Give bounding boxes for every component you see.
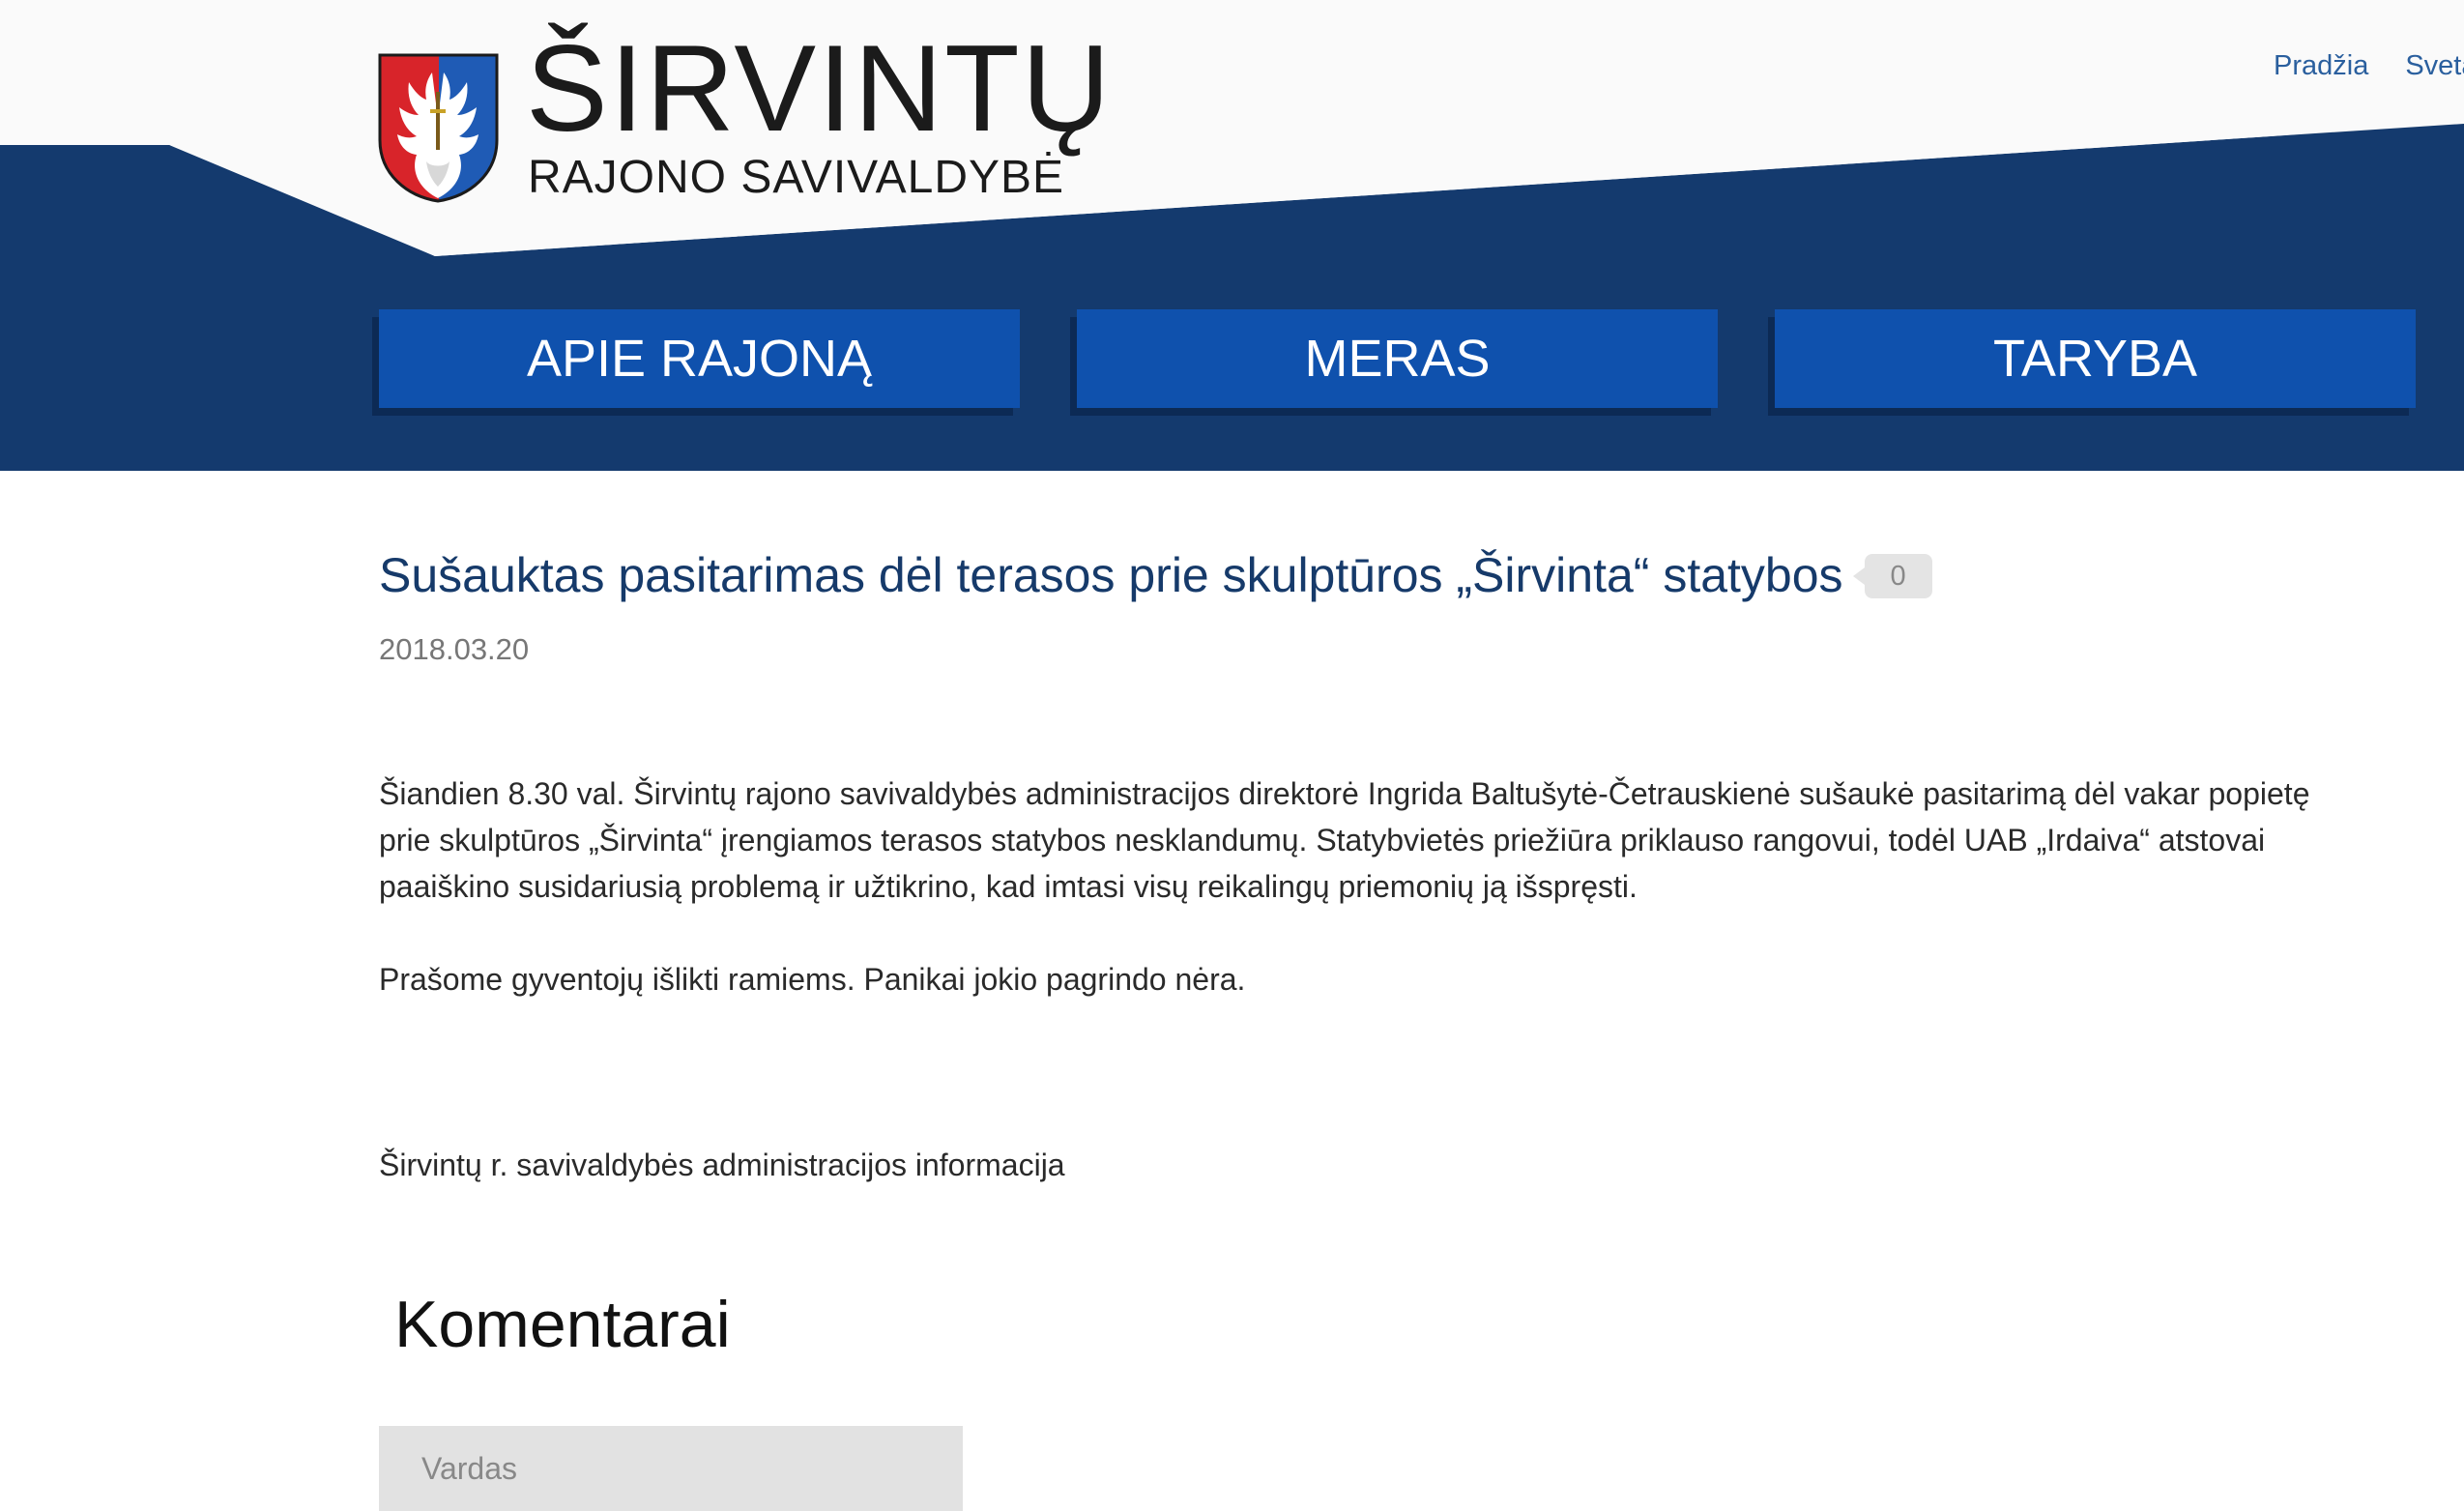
- article-paragraph: Prašome gyventojų išlikti ramiems. Panik…: [379, 962, 1246, 997]
- comment-name-input[interactable]: [379, 1426, 963, 1511]
- nav-button-council[interactable]: TARYBA: [1775, 309, 2416, 408]
- article-title-row: Sušauktas pasitarimas dėl terasos prie s…: [379, 522, 2351, 628]
- article-title: Sušauktas pasitarimas dėl terasos prie s…: [379, 548, 1843, 602]
- nav-button-about-district[interactable]: APIE RAJONĄ: [379, 309, 1020, 408]
- news-article: Sušauktas pasitarimas dėl terasos prie s…: [379, 522, 2351, 1235]
- article-body: Šiandien 8.30 val. Širvintų rajono saviv…: [379, 770, 2351, 1188]
- comment-count-badge[interactable]: 0: [1852, 554, 1932, 598]
- comments-section: Komentarai: [379, 1286, 1539, 1511]
- site-header: ŠIRVINTŲ RAJONO SAVIVALDYBĖ Pradžia Svet a…: [0, 0, 2464, 471]
- page: ŠIRVINTŲ RAJONO SAVIVALDYBĖ Pradžia Svet a…: [0, 0, 2464, 1511]
- nav-button-mayor[interactable]: MERAS: [1077, 309, 1718, 408]
- comments-title: Komentarai: [394, 1288, 731, 1361]
- article-date: 2018.03.20: [379, 632, 530, 666]
- article-paragraph: Šiandien 8.30 val. Širvintų rajono saviv…: [379, 776, 2310, 904]
- article-source: Širvintų r. savivaldybės administracijos…: [379, 1148, 1065, 1182]
- main-navigation: APIE RAJONĄ MERAS TARYBA: [0, 0, 2464, 471]
